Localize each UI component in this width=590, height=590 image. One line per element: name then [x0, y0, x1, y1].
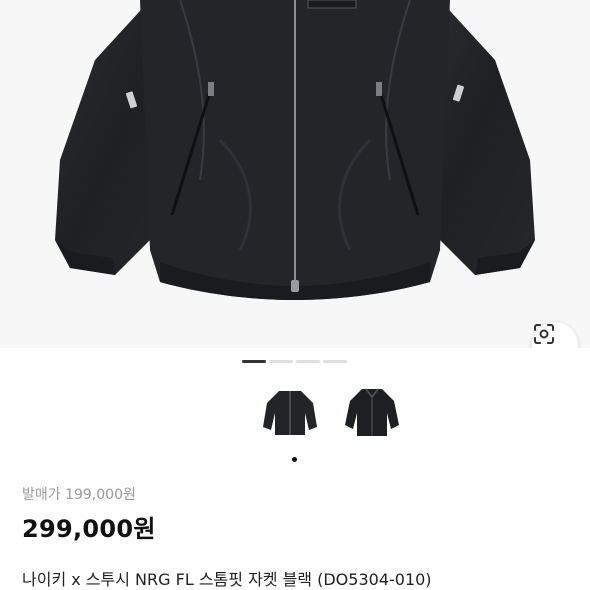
- product-title: 나이키 x 스투시 NRG FL 스톰핏 자켓 블랙 (DO5304-010): [22, 570, 432, 589]
- product-main-image[interactable]: [0, 0, 590, 348]
- jacket-thumbnail-icon: [345, 388, 399, 436]
- pager-segment-active: [242, 360, 266, 363]
- image-pager: [242, 360, 347, 363]
- jacket-thumbnail-icon: [263, 391, 317, 435]
- jacket-thumbnail-alt[interactable]: [340, 382, 404, 446]
- visual-search-icon: [534, 324, 554, 344]
- original-price: 발매가 199,000원: [22, 487, 136, 503]
- pager-segment: [323, 360, 347, 363]
- pager-segment: [269, 360, 293, 363]
- thumbnail-strip: [258, 382, 404, 446]
- pager-segment: [296, 360, 320, 363]
- thumbnail-selected-dot: [292, 457, 297, 462]
- jacket-illustration: [55, 0, 535, 300]
- current-price: 299,000원: [22, 515, 156, 543]
- jacket-thumbnail-front[interactable]: [258, 382, 322, 446]
